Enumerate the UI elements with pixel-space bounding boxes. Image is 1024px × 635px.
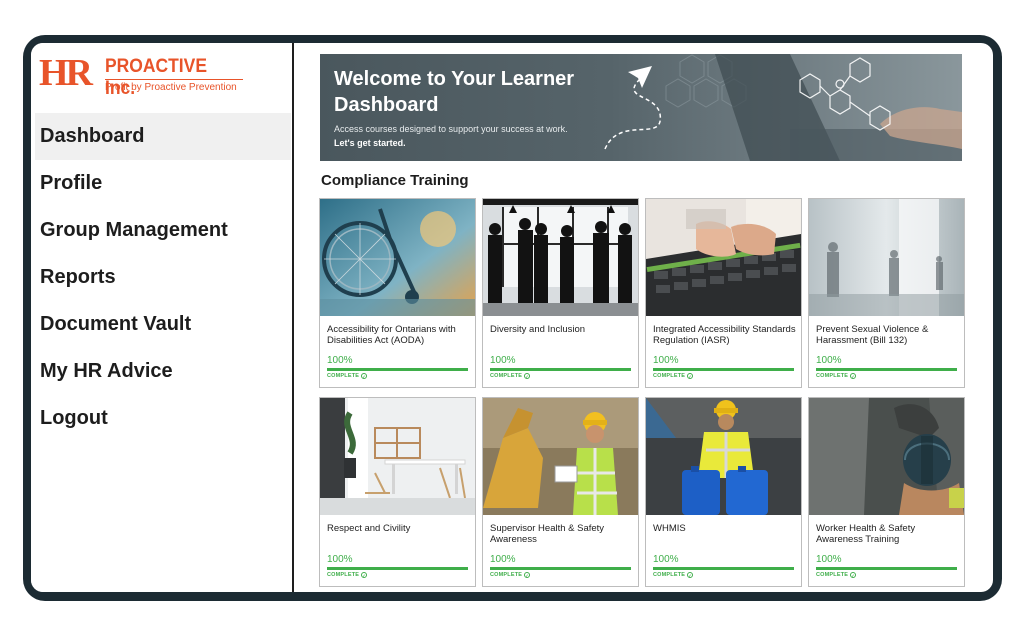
- course-title: Accessibility for Ontarians with Disabil…: [327, 324, 456, 346]
- course-title: WHMIS: [653, 523, 686, 534]
- course-title: Worker Health & Safety Awareness Trainin…: [816, 523, 916, 545]
- course-title: Prevent Sexual Violence & Harassment (Bi…: [816, 324, 929, 346]
- banner-cta: Let's get started.: [334, 138, 406, 148]
- course-status: COMPLETE ✓: [327, 373, 368, 379]
- course-card-respect[interactable]: Respect and Civility 100% COMPLETE ✓: [319, 397, 476, 587]
- check-circle-icon: ✓: [361, 373, 368, 379]
- logo-tagline: Profit by Proactive Prevention: [105, 82, 237, 93]
- logo-mark: HR: [39, 52, 93, 94]
- status-label: COMPLETE: [490, 572, 523, 578]
- chemical-barrels-image: [646, 398, 801, 515]
- course-status: COMPLETE ✓: [653, 572, 694, 578]
- course-progress-bar: [327, 567, 468, 570]
- sidebar-item-group-management[interactable]: Group Management: [35, 207, 291, 254]
- course-status: COMPLETE ✓: [490, 373, 531, 379]
- course-progress-text: 100%: [653, 355, 679, 366]
- course-card-supervisor[interactable]: Supervisor Health & Safety Awareness 100…: [482, 397, 639, 587]
- course-progress-fill: [816, 567, 957, 570]
- course-status: COMPLETE ✓: [327, 572, 368, 578]
- course-card-worker[interactable]: Worker Health & Safety Awareness Trainin…: [808, 397, 965, 587]
- course-progress-fill: [327, 368, 468, 371]
- app-screen: HR PROACTIVE Inc. Profit by Proactive Pr…: [31, 43, 993, 592]
- sidebar-item-logout[interactable]: Logout: [35, 395, 291, 442]
- sidebar-item-document-vault[interactable]: Document Vault: [35, 301, 291, 348]
- check-circle-icon: ✓: [361, 572, 368, 578]
- sidebar-item-my-hr-advice[interactable]: My HR Advice: [35, 348, 291, 395]
- blurred-office-image: [809, 199, 964, 316]
- banner-title: Welcome to Your Learner Dashboard: [334, 68, 575, 116]
- course-title: Respect and Civility: [327, 523, 411, 534]
- course-progress-text: 100%: [490, 554, 516, 565]
- course-status: COMPLETE ✓: [653, 373, 694, 379]
- course-card-whmis[interactable]: WHMIS 100% COMPLETE ✓: [645, 397, 802, 587]
- check-circle-icon: ✓: [687, 373, 694, 379]
- status-label: COMPLETE: [490, 373, 523, 379]
- course-progress-fill: [490, 368, 631, 371]
- course-progress-text: 100%: [490, 355, 516, 366]
- course-card-harassment[interactable]: Prevent Sexual Violence & Harassment (Bi…: [808, 198, 965, 388]
- course-progress-text: 100%: [816, 554, 842, 565]
- worker-holding-helmet-image: [809, 398, 964, 515]
- course-status: COMPLETE ✓: [490, 572, 531, 578]
- course-progress-fill: [653, 567, 794, 570]
- office-interior-image: [320, 398, 475, 515]
- check-circle-icon: ✓: [850, 572, 857, 578]
- wheelchair-image: [320, 199, 475, 316]
- welcome-banner: Welcome to Your Learner Dashboard Access…: [320, 54, 962, 161]
- check-circle-icon: ✓: [850, 373, 857, 379]
- braille-keyboard-image: [646, 199, 801, 316]
- course-card-iasr[interactable]: Integrated Accessibility Standards Regul…: [645, 198, 802, 388]
- people-silhouettes-image: [483, 199, 638, 316]
- logo-underline: [105, 79, 243, 80]
- status-label: COMPLETE: [653, 572, 686, 578]
- status-label: COMPLETE: [327, 373, 360, 379]
- course-progress-bar: [653, 567, 794, 570]
- check-circle-icon: ✓: [687, 572, 694, 578]
- course-progress-bar: [490, 567, 631, 570]
- course-status: COMPLETE ✓: [816, 572, 857, 578]
- course-progress-bar: [816, 567, 957, 570]
- course-progress-fill: [490, 567, 631, 570]
- sidebar-item-reports[interactable]: Reports: [35, 254, 291, 301]
- status-label: COMPLETE: [816, 373, 849, 379]
- course-progress-text: 100%: [653, 554, 679, 565]
- course-progress-fill: [653, 368, 794, 371]
- course-title: Integrated Accessibility Standards Regul…: [653, 324, 796, 346]
- course-grid: Accessibility for Ontarians with Disabil…: [319, 198, 965, 588]
- check-circle-icon: ✓: [524, 572, 531, 578]
- course-card-aoda[interactable]: Accessibility for Ontarians with Disabil…: [319, 198, 476, 388]
- worker-hardhat-image: [483, 398, 638, 515]
- company-logo[interactable]: HR PROACTIVE Inc. Profit by Proactive Pr…: [39, 52, 249, 99]
- course-progress-bar: [653, 368, 794, 371]
- sidebar-item-profile[interactable]: Profile: [35, 160, 291, 207]
- course-card-diversity[interactable]: Diversity and Inclusion 100% COMPLETE ✓: [482, 198, 639, 388]
- course-progress-fill: [327, 567, 468, 570]
- course-progress-text: 100%: [816, 355, 842, 366]
- status-label: COMPLETE: [653, 373, 686, 379]
- sidebar-item-dashboard[interactable]: Dashboard: [35, 113, 291, 160]
- sidebar-nav: Dashboard Profile Group Management Repor…: [35, 113, 291, 442]
- course-title: Supervisor Health & Safety Awareness: [490, 523, 605, 545]
- check-circle-icon: ✓: [524, 373, 531, 379]
- course-progress-text: 100%: [327, 355, 353, 366]
- course-progress-bar: [816, 368, 957, 371]
- course-progress-bar: [490, 368, 631, 371]
- section-title: Compliance Training: [321, 172, 469, 189]
- status-label: COMPLETE: [816, 572, 849, 578]
- sidebar: HR PROACTIVE Inc. Profit by Proactive Pr…: [31, 43, 292, 592]
- course-title: Diversity and Inclusion: [490, 324, 586, 335]
- course-status: COMPLETE ✓: [816, 373, 857, 379]
- course-progress-text: 100%: [327, 554, 353, 565]
- banner-subtitle: Access courses designed to support your …: [334, 124, 568, 134]
- course-progress-fill: [816, 368, 957, 371]
- status-label: COMPLETE: [327, 572, 360, 578]
- main-content: Welcome to Your Learner Dashboard Access…: [294, 43, 993, 592]
- course-progress-bar: [327, 368, 468, 371]
